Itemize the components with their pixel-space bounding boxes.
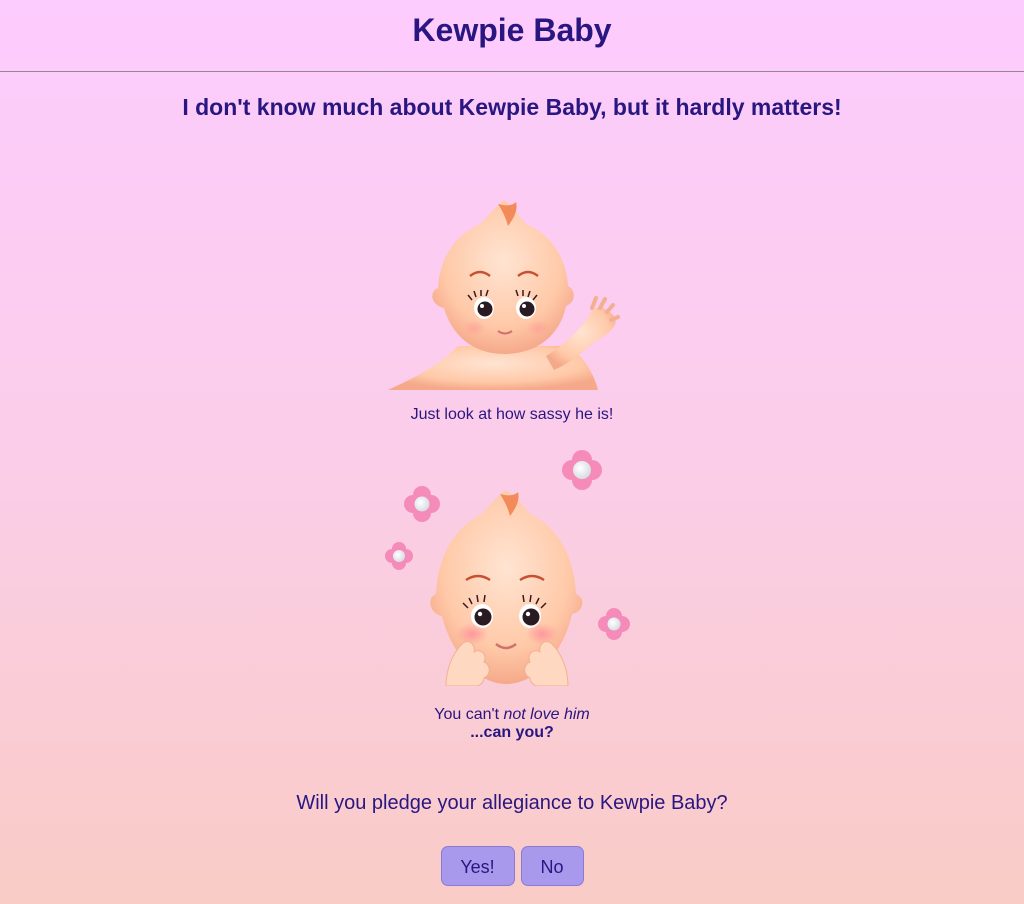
figure2-caption-emphasis: not love him <box>503 706 590 723</box>
button-row: Yes! No <box>0 846 1024 886</box>
page-subtitle: I don't know much about Kewpie Baby, but… <box>182 94 842 120</box>
kewpie-cheeks-image <box>385 450 630 686</box>
flower-icon <box>385 542 413 570</box>
pledge-question: Will you pledge your allegiance to Kewpi… <box>296 792 728 814</box>
flower-icon <box>404 486 440 522</box>
page-title: Kewpie Baby <box>412 12 612 48</box>
yes-button[interactable]: Yes! <box>440 846 515 886</box>
figure1-caption: Just look at how sassy he is! <box>410 406 614 423</box>
flower-icon <box>562 450 602 490</box>
no-button[interactable]: No <box>520 846 584 886</box>
figure2-caption-strong: ...can you? <box>470 724 554 741</box>
flower-icon <box>598 608 630 640</box>
kewpie-waving-image <box>388 200 620 390</box>
page-header: Kewpie Baby <box>0 0 1024 72</box>
figure2-caption: You can't not love him ...can you? <box>0 706 1024 742</box>
figure2-caption-prefix: You can't <box>434 706 504 723</box>
